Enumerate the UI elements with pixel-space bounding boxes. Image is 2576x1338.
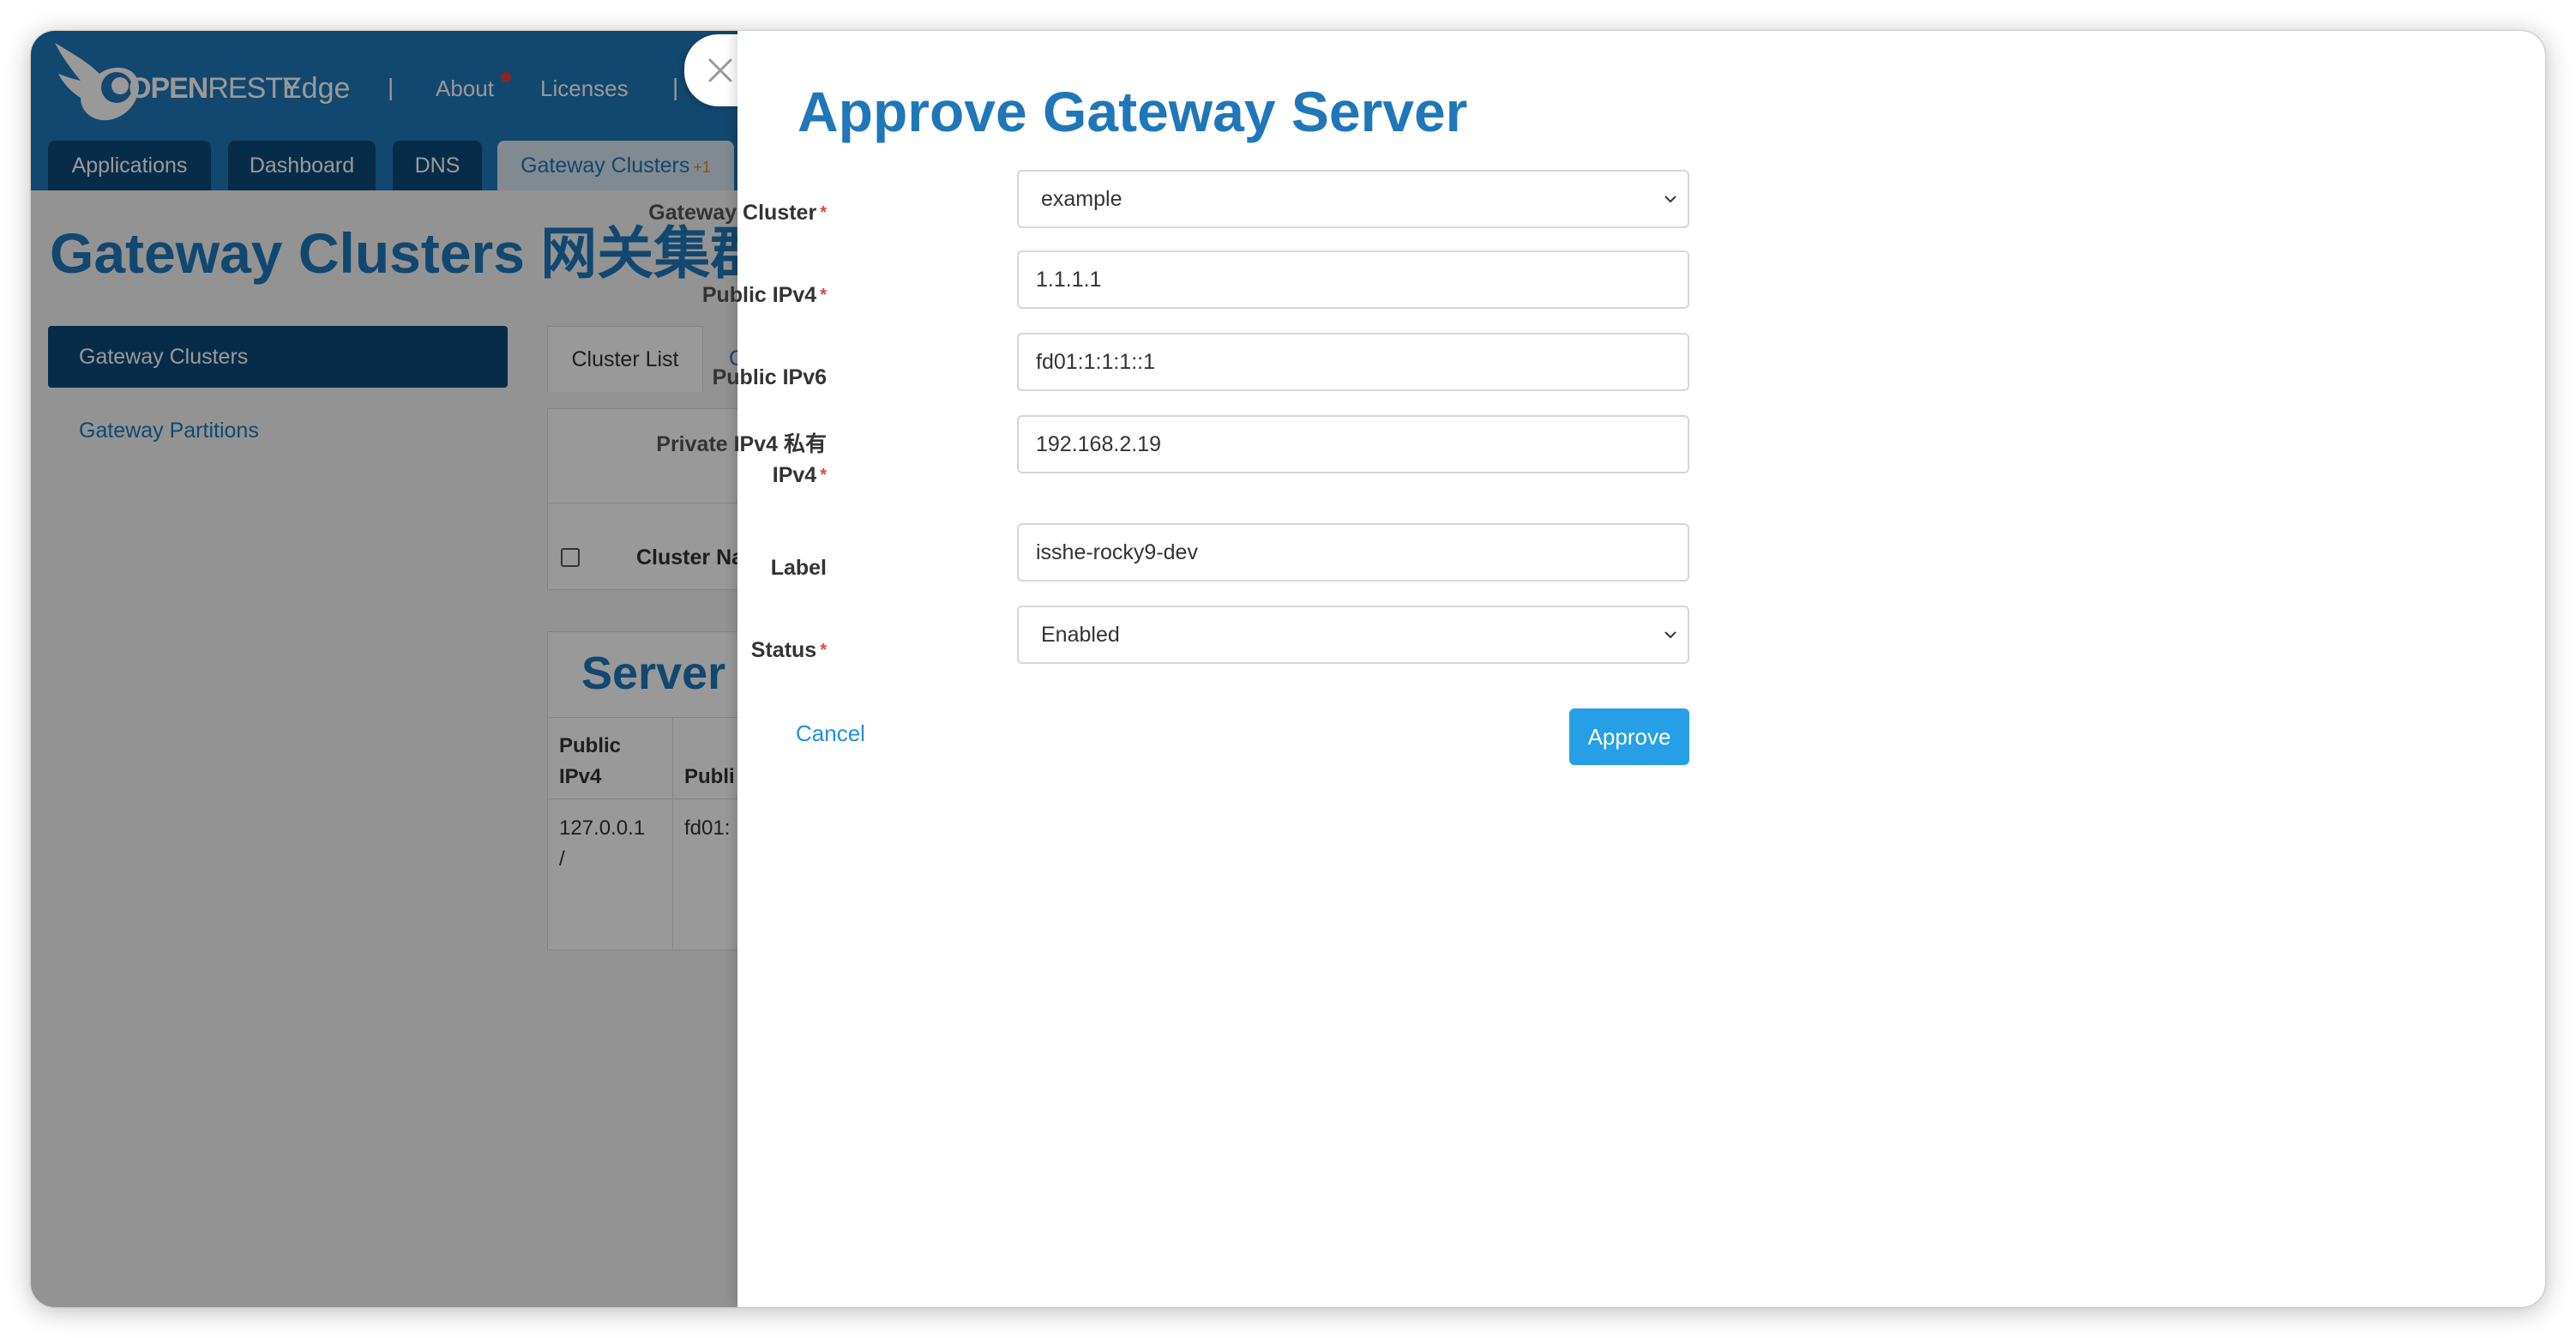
chevron-down-icon xyxy=(1664,631,1676,639)
label-field-label: Label xyxy=(770,556,827,580)
private-ipv4-label: Private IPv4 私有 IPv4 * xyxy=(656,432,827,487)
chevron-down-icon xyxy=(1664,196,1676,203)
gateway-cluster-label: Gateway Cluster * xyxy=(648,201,827,225)
close-icon[interactable] xyxy=(701,51,739,89)
gateway-cluster-value: example xyxy=(1041,187,1122,211)
private-ipv4-input[interactable] xyxy=(1017,415,1689,473)
cancel-link[interactable]: Cancel xyxy=(796,720,865,747)
public-ipv6-label: Public IPv6 xyxy=(712,365,827,389)
required-marker: * xyxy=(820,466,827,485)
public-ipv4-input[interactable] xyxy=(1017,250,1689,309)
public-ipv4-label: Public IPv4 * xyxy=(701,283,827,307)
public-ipv6-input[interactable] xyxy=(1017,333,1689,391)
app-window: OPENRESTY Edge | About Licenses | Applic… xyxy=(31,31,2545,1307)
required-marker: * xyxy=(820,641,827,660)
approve-button[interactable]: Approve xyxy=(1569,708,1689,765)
status-value: Enabled xyxy=(1041,623,1120,647)
status-label: Status * xyxy=(750,638,827,662)
required-marker: * xyxy=(820,203,827,222)
required-marker: * xyxy=(820,286,827,304)
modal-title: Approve Gateway Server xyxy=(797,80,1468,143)
gateway-cluster-select[interactable]: example xyxy=(1017,170,1689,228)
label-input[interactable] xyxy=(1017,523,1689,582)
status-select[interactable]: Enabled xyxy=(1017,606,1689,664)
